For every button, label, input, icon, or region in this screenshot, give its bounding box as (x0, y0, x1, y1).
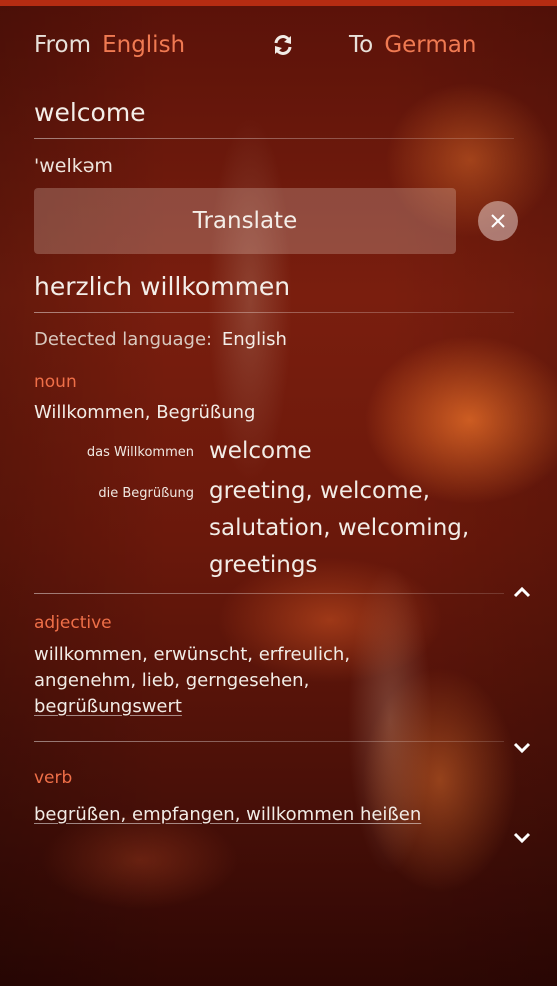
to-language-value: German (384, 32, 477, 58)
verb-synonyms: begrüßen, empfangen, willkommen heißen (34, 804, 422, 825)
source-text-input[interactable]: welcome (34, 98, 146, 127)
phonetic-transcription: 'welkəm (34, 155, 113, 177)
noun-entry-translation: salutation, welcoming, (209, 515, 470, 541)
from-label: From (34, 32, 91, 58)
clear-button[interactable] (478, 201, 518, 241)
detected-language: Detected language: English (34, 329, 287, 350)
adjective-synonyms: begrüßungswert (34, 696, 182, 717)
translation-result: herzlich willkommen (34, 272, 291, 301)
to-label: To (349, 32, 374, 58)
noun-synonyms: Willkommen, Begrüßung (34, 402, 256, 423)
detected-language-label: Detected language: (34, 329, 213, 350)
adjective-synonyms: angenehm, lieb, gerngesehen, (34, 670, 310, 691)
from-language-selector[interactable]: From English (34, 32, 185, 58)
from-language-value: English (102, 32, 186, 58)
noun-entry-word: die Begrüßung (98, 486, 194, 501)
close-icon (491, 214, 505, 228)
top-accent-bar (0, 0, 557, 6)
adjective-synonyms: willkommen, erwünscht, erfreulich, (34, 644, 351, 665)
noun-pos-label: noun (34, 372, 77, 392)
swap-icon[interactable] (270, 32, 296, 58)
translate-button[interactable]: Translate (34, 188, 456, 254)
detected-language-value: English (221, 329, 287, 350)
collapse-chevron-up-icon[interactable] (510, 580, 534, 604)
noun-section-divider (34, 593, 504, 594)
verb-pos-label: verb (34, 768, 73, 788)
to-language-selector[interactable]: To German (349, 32, 476, 58)
noun-entry-translation: greetings (209, 552, 318, 578)
noun-entry-word: das Willkommen (86, 445, 194, 460)
input-underline (34, 138, 514, 139)
translate-button-label: Translate (192, 208, 298, 234)
adjective-pos-label: adjective (34, 613, 112, 633)
noun-entry-translation: greeting, welcome, (209, 478, 430, 504)
expand-chevron-down-icon[interactable] (510, 826, 534, 850)
adjective-section-divider (34, 741, 504, 742)
expand-chevron-down-icon[interactable] (510, 736, 534, 760)
noun-entry-translation: welcome (209, 438, 312, 464)
result-underline (34, 312, 514, 313)
